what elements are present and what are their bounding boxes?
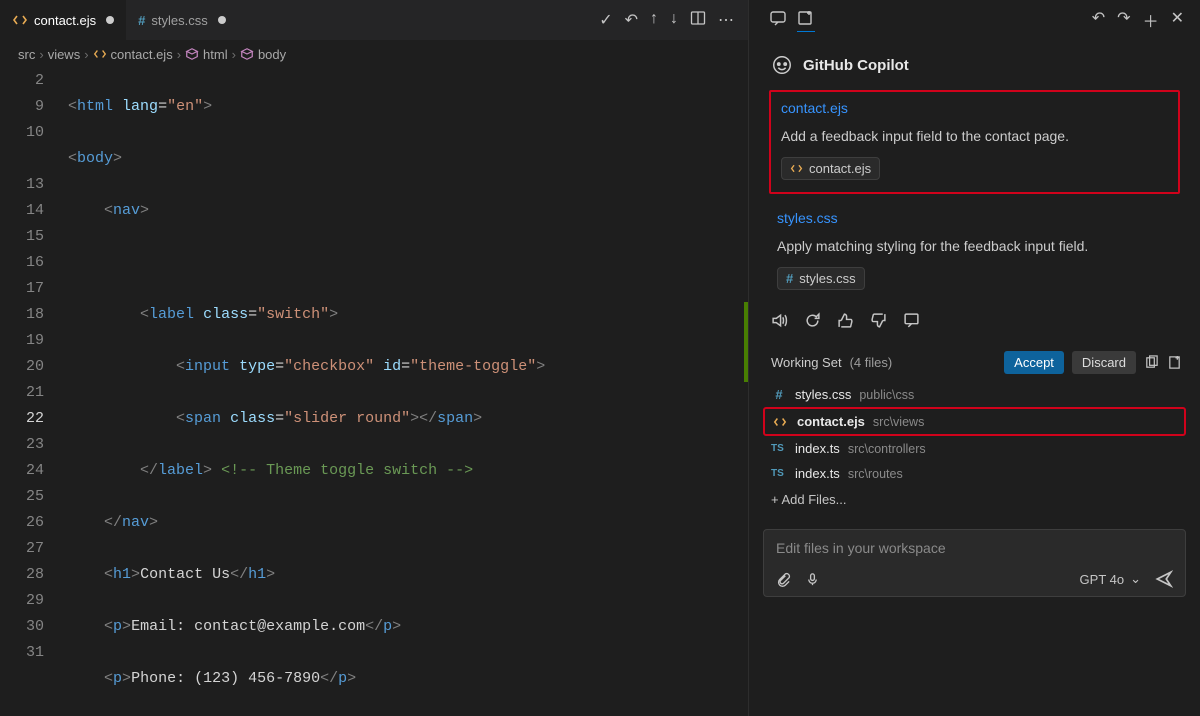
tab-styles-css[interactable]: # styles.css — [126, 0, 238, 40]
file-chip[interactable]: # styles.css — [777, 267, 865, 290]
panel-toolbar: ↶ ↷ ＋ ✕ — [757, 0, 1192, 40]
split-editor-icon[interactable] — [690, 10, 706, 30]
chevron-right-icon: › — [84, 47, 88, 62]
breadcrumb-part[interactable]: src — [18, 47, 35, 62]
redo-icon[interactable]: ↷ — [1117, 8, 1130, 32]
thumbs-up-icon[interactable] — [837, 312, 854, 329]
breadcrumb-part[interactable]: html — [203, 47, 228, 62]
editor-pane: contact.ejs # styles.css ✓ ↶ ↑ ↓ ⋯ src ›… — [0, 0, 748, 716]
line-gutter: 2910131415161718192021222324252627282930… — [0, 68, 62, 716]
up-icon[interactable]: ↑ — [650, 10, 658, 30]
send-icon[interactable] — [1155, 570, 1173, 588]
tab-actions: ✓ ↶ ↑ ↓ ⋯ — [599, 10, 748, 30]
copilot-panel: ↶ ↷ ＋ ✕ GitHub Copilot contact.ejs Add a… — [748, 0, 1200, 716]
dirty-indicator-icon — [218, 16, 226, 24]
suggestion-description: Apply matching styling for the feedback … — [777, 236, 1174, 257]
file-row[interactable]: TS index.ts src\routes — [763, 461, 1186, 486]
suggestion-highlight: contact.ejs Add a feedback input field t… — [769, 90, 1180, 194]
overview-ruler[interactable] — [744, 302, 748, 382]
copy-icon[interactable] — [1144, 355, 1159, 370]
undo-icon[interactable]: ↶ — [625, 10, 638, 30]
copilot-icon — [771, 54, 793, 76]
attach-icon[interactable] — [776, 572, 791, 587]
chevron-right-icon: › — [177, 47, 181, 62]
code-content[interactable]: <html lang="en"> <body> <nav> <label cla… — [62, 68, 748, 716]
working-set-label: Working Set — [771, 355, 842, 370]
code-icon — [93, 47, 107, 61]
working-set-files: # styles.css public\css contact.ejs src\… — [757, 382, 1192, 519]
code-icon — [790, 162, 803, 175]
breadcrumb[interactable]: src › views › contact.ejs › html › body — [0, 40, 748, 68]
ts-icon: TS — [771, 468, 787, 479]
close-icon[interactable]: ✕ — [1171, 8, 1184, 32]
new-file-icon[interactable] — [1167, 355, 1182, 370]
suggestion-link[interactable]: contact.ejs — [781, 100, 1168, 116]
copilot-header: GitHub Copilot — [757, 40, 1192, 86]
more-icon[interactable]: ⋯ — [718, 10, 734, 30]
plus-icon[interactable]: ＋ — [1143, 8, 1159, 32]
chevron-right-icon: › — [39, 47, 43, 62]
comment-icon[interactable] — [903, 312, 920, 329]
working-set-header: Working Set (4 files) Accept Discard — [757, 341, 1192, 382]
copilot-suggestions: contact.ejs Add a feedback input field t… — [757, 86, 1192, 300]
retry-icon[interactable] — [804, 312, 821, 329]
suggestion-description: Add a feedback input field to the contac… — [781, 126, 1168, 147]
chevron-down-icon: ⌄ — [1130, 571, 1141, 587]
dirty-indicator-icon — [106, 16, 114, 24]
tab-contact-ejs[interactable]: contact.ejs — [0, 0, 126, 40]
add-files-button[interactable]: + Add Files... — [763, 486, 1186, 513]
working-set-count: (4 files) — [850, 355, 893, 370]
breadcrumb-part[interactable]: body — [258, 47, 286, 62]
symbol-icon — [185, 47, 199, 61]
discard-button[interactable]: Discard — [1072, 351, 1136, 374]
hash-icon: # — [138, 13, 145, 28]
file-row-selected[interactable]: contact.ejs src\views — [763, 407, 1186, 436]
suggestion-link[interactable]: styles.css — [777, 210, 1174, 226]
code-icon — [773, 415, 789, 429]
file-row[interactable]: # styles.css public\css — [763, 382, 1186, 407]
comment-icon[interactable] — [769, 9, 787, 32]
tab-bar: contact.ejs # styles.css ✓ ↶ ↑ ↓ ⋯ — [0, 0, 748, 40]
chat-input[interactable]: Edit files in your workspace GPT 4o ⌄ — [763, 529, 1186, 597]
speaker-icon[interactable] — [771, 312, 788, 329]
accept-button[interactable]: Accept — [1004, 351, 1064, 374]
hash-icon: # — [786, 271, 793, 286]
input-placeholder: Edit files in your workspace — [776, 540, 1173, 556]
accept-icon[interactable]: ✓ — [599, 10, 612, 30]
symbol-icon — [240, 47, 254, 61]
down-icon[interactable]: ↓ — [670, 10, 678, 30]
tab-label: styles.css — [151, 13, 207, 28]
feedback-actions — [757, 300, 1192, 341]
ts-icon: TS — [771, 443, 787, 454]
mic-icon[interactable] — [805, 572, 820, 587]
model-selector[interactable]: GPT 4o ⌄ — [1080, 571, 1141, 587]
panel-title: GitHub Copilot — [803, 57, 909, 74]
hash-icon: # — [771, 387, 787, 402]
file-chip[interactable]: contact.ejs — [781, 157, 880, 180]
file-row[interactable]: TS index.ts src\controllers — [763, 436, 1186, 461]
breadcrumb-part[interactable]: views — [48, 47, 81, 62]
code-icon — [12, 12, 28, 28]
thumbs-down-icon[interactable] — [870, 312, 887, 329]
new-chat-icon[interactable] — [797, 9, 815, 32]
chevron-right-icon: › — [232, 47, 236, 62]
undo-icon[interactable]: ↶ — [1092, 8, 1105, 32]
breadcrumb-part[interactable]: contact.ejs — [111, 47, 173, 62]
code-editor[interactable]: 2910131415161718192021222324252627282930… — [0, 68, 748, 716]
tab-label: contact.ejs — [34, 13, 96, 28]
suggestion-block: styles.css Apply matching styling for th… — [763, 204, 1186, 300]
